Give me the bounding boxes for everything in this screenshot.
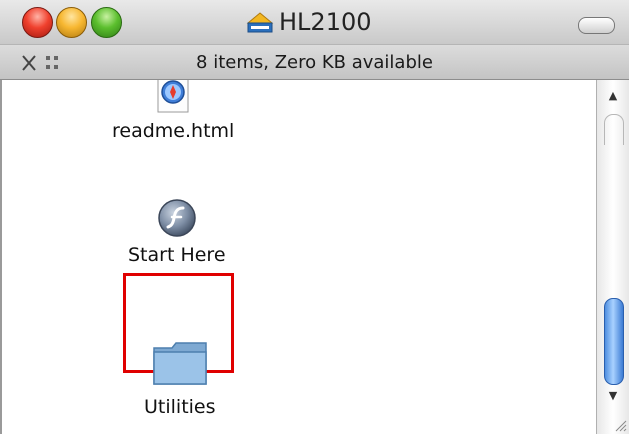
scroll-thumb[interactable]: [604, 298, 624, 385]
zoom-button[interactable]: [91, 7, 122, 38]
folder-icon: [153, 342, 207, 385]
vertical-scrollbar[interactable]: ▲ ▼: [596, 80, 629, 434]
status-bar: 8 items, Zero KB available: [0, 44, 629, 80]
flash-app-icon: [158, 199, 196, 237]
finder-content[interactable]: readme.html Start Here Utilities: [0, 80, 596, 434]
file-item-readme[interactable]: readme.html: [112, 80, 234, 142]
scroll-down-arrow-icon[interactable]: ▼: [597, 384, 629, 406]
folder-item-utilities[interactable]: Utilities: [144, 338, 216, 418]
scroll-track-cap: [604, 114, 624, 145]
brother-disk-icon: [246, 12, 274, 33]
status-text: 8 items, Zero KB available: [196, 52, 433, 73]
toolbar-toggle-button[interactable]: [578, 17, 615, 34]
folder-label-utilities: Utilities: [144, 396, 216, 418]
title-bar[interactable]: HL2100: [0, 0, 629, 44]
minimize-button[interactable]: [56, 7, 87, 38]
close-button[interactable]: [22, 7, 53, 38]
file-label-readme: readme.html: [112, 120, 235, 142]
safari-document-icon: [157, 80, 189, 113]
scroll-up-arrow-icon[interactable]: ▲: [597, 84, 629, 106]
file-label-start-here: Start Here: [128, 244, 226, 266]
file-item-start-here[interactable]: Start Here: [128, 198, 226, 266]
window-title-text: HL2100: [279, 8, 372, 36]
resize-grip-icon[interactable]: [613, 418, 627, 432]
window-title: HL2100: [245, 6, 372, 38]
